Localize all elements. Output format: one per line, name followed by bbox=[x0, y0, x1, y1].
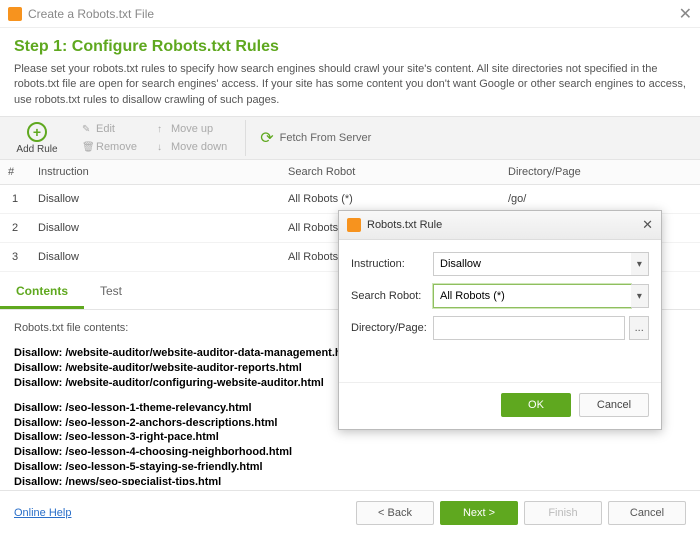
robots-line: Disallow: /seo-lesson-4-choosing-neighbo… bbox=[14, 445, 686, 460]
search-robot-input[interactable] bbox=[433, 284, 631, 308]
move-down-label: Move down bbox=[171, 141, 227, 153]
dialog-title: Robots.txt Rule bbox=[367, 219, 642, 231]
remove-button[interactable]: 🗑 Remove bbox=[78, 139, 141, 155]
dialog-cancel-button[interactable]: Cancel bbox=[579, 393, 649, 417]
fetch-label: Fetch From Server bbox=[280, 132, 372, 144]
cell-instruction: Disallow bbox=[30, 214, 280, 243]
robots-rule-dialog: Robots.txt Rule ✕ Instruction: ▾ Search … bbox=[338, 210, 662, 430]
back-button[interactable]: < Back bbox=[356, 501, 434, 525]
step-header: Step 1: Configure Robots.txt Rules bbox=[0, 28, 700, 62]
rules-toolbar: + Add Rule ✎ Edit 🗑 Remove ↑ Move up ↓ Move … bbox=[0, 116, 700, 160]
robots-line: Disallow: /seo-lesson-5-staying-se-frien… bbox=[14, 460, 686, 475]
finish-button[interactable]: Finish bbox=[524, 501, 602, 525]
instruction-label: Instruction: bbox=[351, 258, 433, 270]
chevron-down-icon[interactable]: ▾ bbox=[631, 284, 649, 308]
step-description: Please set your robots.txt rules to spec… bbox=[0, 62, 700, 116]
window-titlebar: Create a Robots.txt File ✕ bbox=[0, 0, 700, 28]
col-header-num: # bbox=[0, 160, 30, 185]
add-rule-button[interactable]: + Add Rule bbox=[8, 122, 66, 155]
col-header-dir: Directory/Page bbox=[500, 160, 700, 185]
window-title: Create a Robots.txt File bbox=[28, 7, 679, 21]
cell-num: 1 bbox=[0, 185, 30, 214]
cell-num: 3 bbox=[0, 243, 30, 272]
toolbar-divider bbox=[245, 120, 246, 156]
edit-button[interactable]: ✎ Edit bbox=[78, 121, 141, 137]
move-up-label: Move up bbox=[171, 123, 213, 135]
browse-button[interactable]: ... bbox=[629, 316, 649, 340]
move-down-button[interactable]: ↓ Move down bbox=[153, 139, 231, 155]
pencil-icon: ✎ bbox=[82, 124, 92, 135]
tab-contents[interactable]: Contents bbox=[0, 276, 84, 309]
dialog-body: Instruction: ▾ Search Robot: ▾ Directory… bbox=[339, 240, 661, 354]
dialog-app-icon bbox=[347, 218, 361, 232]
cancel-button[interactable]: Cancel bbox=[608, 501, 686, 525]
edit-label: Edit bbox=[96, 123, 115, 135]
online-help-link[interactable]: Online Help bbox=[14, 507, 71, 519]
cell-num: 2 bbox=[0, 214, 30, 243]
wizard-footer: Online Help < Back Next > Finish Cancel bbox=[0, 490, 700, 534]
add-rule-label: Add Rule bbox=[16, 144, 57, 155]
step-title: Step 1: Configure Robots.txt Rules bbox=[14, 38, 686, 56]
dialog-ok-button[interactable]: OK bbox=[501, 393, 571, 417]
cell-instruction: Disallow bbox=[30, 185, 280, 214]
dialog-footer: OK Cancel bbox=[339, 382, 661, 429]
window-close-button[interactable]: ✕ bbox=[679, 4, 692, 24]
plus-icon: + bbox=[27, 122, 47, 142]
move-up-button[interactable]: ↑ Move up bbox=[153, 121, 231, 137]
col-header-robot: Search Robot bbox=[280, 160, 500, 185]
next-button[interactable]: Next > bbox=[440, 501, 518, 525]
robots-line: Disallow: /seo-lesson-3-right-pace.html bbox=[14, 430, 686, 445]
chevron-down-icon[interactable]: ▾ bbox=[631, 252, 649, 276]
cell-instruction: Disallow bbox=[30, 243, 280, 272]
robots-line: Disallow: /news/seo-specialist-tips.html bbox=[14, 475, 686, 485]
arrow-up-icon: ↑ bbox=[157, 124, 167, 135]
arrow-down-icon: ↓ bbox=[157, 142, 167, 153]
directory-page-input[interactable] bbox=[433, 316, 625, 340]
dialog-titlebar: Robots.txt Rule ✕ bbox=[339, 211, 661, 240]
reload-icon: ⟳ bbox=[260, 128, 273, 148]
trash-icon: 🗑 bbox=[82, 142, 92, 153]
remove-label: Remove bbox=[96, 141, 137, 153]
col-header-instruction: Instruction bbox=[30, 160, 280, 185]
search-robot-label: Search Robot: bbox=[351, 290, 433, 302]
app-icon bbox=[8, 7, 22, 21]
instruction-select[interactable] bbox=[433, 252, 631, 276]
fetch-from-server-button[interactable]: ⟳ Fetch From Server bbox=[260, 128, 371, 148]
tab-test[interactable]: Test bbox=[84, 276, 138, 309]
dialog-close-button[interactable]: ✕ bbox=[642, 217, 653, 233]
directory-page-label: Directory/Page: bbox=[351, 322, 433, 334]
